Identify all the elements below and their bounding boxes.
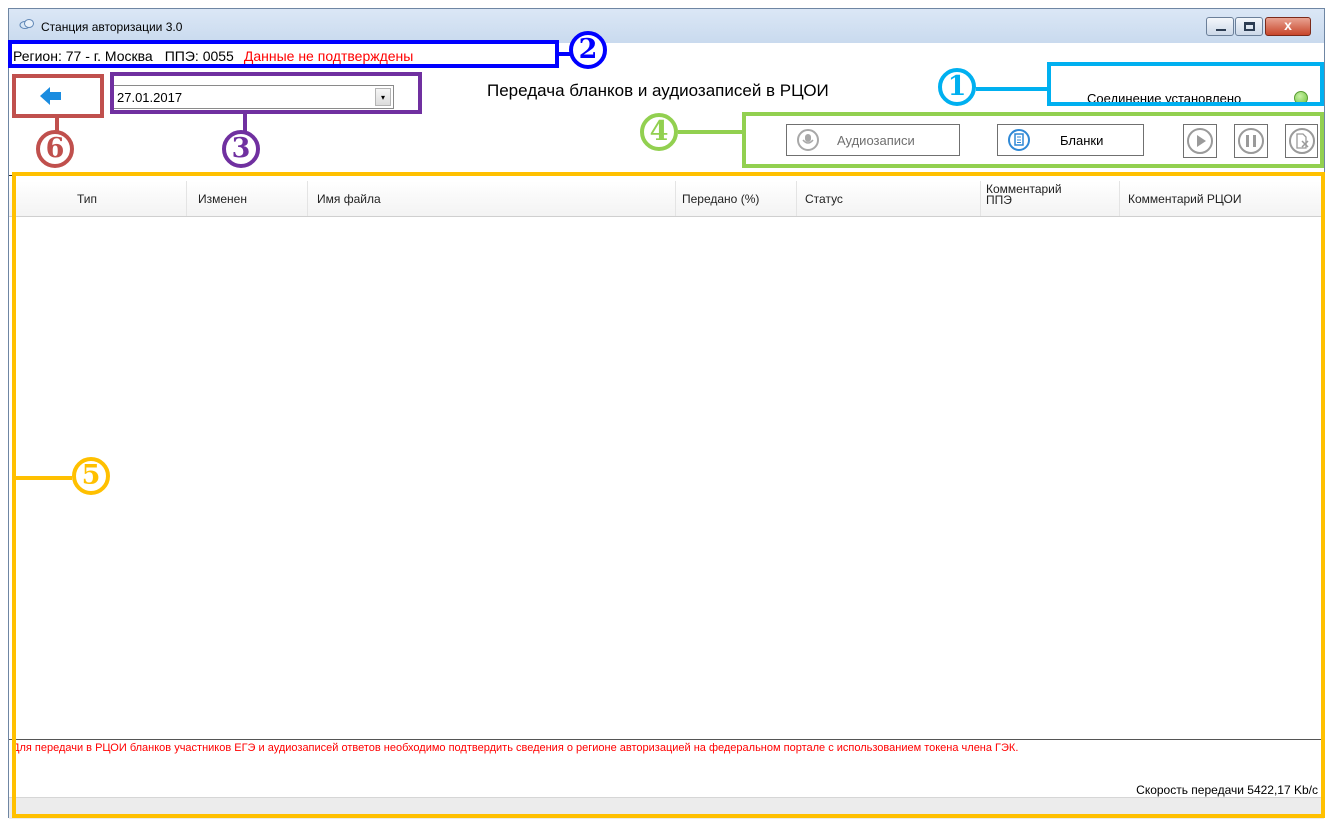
annotation-badge-3: 3 xyxy=(222,130,260,168)
maximize-button[interactable] xyxy=(1235,17,1263,36)
annotation-box-3 xyxy=(110,72,422,114)
minimize-button[interactable] xyxy=(1206,17,1234,36)
annotation-box-6 xyxy=(12,74,104,118)
close-button[interactable]: x xyxy=(1265,17,1311,36)
annotation-badge-4: 4 xyxy=(640,113,678,151)
annotation-box-2 xyxy=(8,40,559,68)
cloud-app-icon xyxy=(19,19,34,29)
annotation-connector-4 xyxy=(678,130,742,134)
maximize-icon xyxy=(1244,22,1255,31)
annotation-connector-5 xyxy=(16,476,72,480)
annotation-box-4 xyxy=(742,112,1324,168)
minimize-icon xyxy=(1216,29,1226,31)
annotation-box-1 xyxy=(1047,62,1324,106)
page-title: Передача бланков и аудиозаписей в РЦОИ xyxy=(487,81,829,100)
annotation-badge-1: 1 xyxy=(938,68,976,106)
window-title: Станция авторизации 3.0 xyxy=(41,20,183,34)
annotation-badge-5: 5 xyxy=(72,457,110,495)
annotation-badge-2: 2 xyxy=(569,31,607,69)
annotation-connector-1 xyxy=(976,87,1047,91)
annotation-badge-6: 6 xyxy=(36,130,74,168)
close-icon: x xyxy=(1284,17,1292,33)
title-bar[interactable]: Станция авторизации 3.0 x xyxy=(9,9,1324,43)
annotation-box-5 xyxy=(12,172,1325,818)
